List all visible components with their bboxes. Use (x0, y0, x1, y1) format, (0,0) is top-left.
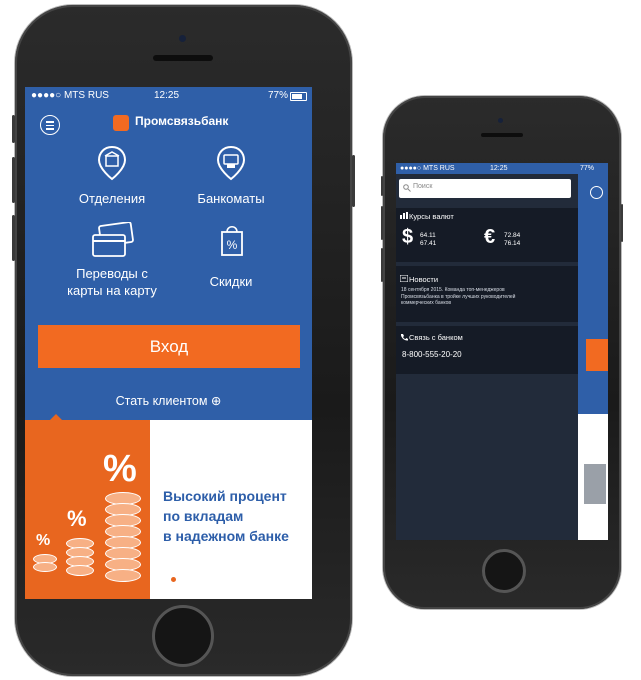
left-screen: ●●●●○ MTS RUS 12:25 77% Промсвязьбанк От… (25, 87, 312, 599)
banner-coins-art: % % % (25, 420, 150, 599)
search-icon (403, 184, 411, 192)
map-pin-bank-icon (97, 145, 127, 181)
phone-icon (400, 334, 408, 341)
front-camera (498, 118, 503, 123)
earpiece-speaker (481, 133, 523, 137)
phone-number[interactable]: 8-800-555-20-20 (402, 350, 462, 359)
banner-line-2: по вкладам (163, 508, 244, 524)
volume-up-button (12, 157, 15, 203)
battery-percent: 77% (579, 165, 594, 172)
banner-line-3: в надежном банке (163, 528, 289, 544)
rates-panel[interactable]: Курсы валют $ 64.11 67.41 € 72.84 76.14 (396, 208, 578, 262)
card-transfer-label-2: карты на карту (67, 283, 157, 298)
search-input[interactable]: Поиск (399, 179, 571, 198)
news-text: 18 сентября 2015. Команда топ-менеджеров… (401, 287, 515, 307)
eur-buy: 72.84 (504, 232, 521, 239)
percent-large: % (103, 448, 137, 490)
become-client-link[interactable]: Стать клиентом ⊕ (25, 393, 312, 408)
discounts-label: Скидки (209, 274, 253, 289)
front-camera (179, 35, 186, 42)
carrier-label: ●●●●○ MTS RUS (31, 90, 109, 101)
news-line-3: коммерческих банков (401, 300, 452, 306)
dollar-icon: $ (402, 226, 414, 248)
shopping-bag-percent-icon: % (221, 225, 243, 256)
bank-name: Промсвязьбанк (135, 114, 229, 128)
power-button (352, 155, 355, 207)
battery-percent: 77% (267, 90, 288, 101)
eur-sell: 76.14 (504, 240, 521, 247)
status-bar: ●●●●○ MTS RUS 12:25 77% (396, 163, 608, 174)
usd-buy: 64.11 (420, 232, 436, 239)
login-button-edge (586, 339, 608, 371)
clock: 12:25 (154, 90, 180, 101)
clock: 12:25 (490, 165, 508, 172)
bank-logo-icon (113, 115, 129, 131)
branches-label: Отделения (78, 191, 146, 206)
promo-banner[interactable]: % % % Высокий процент по вкладам в надеж… (25, 414, 312, 599)
mute-switch (381, 176, 383, 196)
rates-title: Курсы валют (409, 212, 454, 221)
login-button[interactable]: Вход (38, 325, 300, 368)
banner-headline: Высокий процент по вкладам в надежном ба… (163, 486, 289, 546)
euro-icon: € (484, 226, 496, 248)
card-image (584, 464, 606, 504)
status-bar: ●●●●○ MTS RUS 12:25 77% (25, 87, 312, 104)
atms-label: Банкоматы (197, 191, 265, 206)
menu-button[interactable] (590, 186, 603, 199)
volume-down-button (12, 215, 15, 261)
earpiece-speaker (153, 55, 213, 61)
percent-small: % (36, 532, 51, 549)
percent-medium: % (67, 506, 87, 531)
banner-edge (578, 414, 608, 540)
right-screen: ●●●●○ MTS RUS 12:25 77% Поиск Курсы валю… (396, 163, 608, 540)
card-transfer-label-1: Переводы с (76, 266, 148, 281)
carousel-dot[interactable] (171, 577, 176, 582)
volume-up-button (381, 206, 383, 240)
news-line-1: 18 сентября 2015. Команда топ-менеджеров (401, 287, 505, 293)
home-button[interactable] (482, 549, 526, 593)
power-button (621, 204, 623, 242)
main-screen-edge (578, 174, 608, 540)
news-icon (400, 275, 408, 282)
map-pin-atm-icon (216, 145, 246, 181)
cards-transfer-icon (92, 222, 134, 257)
menu-button[interactable] (40, 115, 60, 135)
contact-title: Связь с банком (409, 333, 463, 342)
volume-down-button (381, 248, 383, 282)
carrier-label: ●●●●○ MTS RUS (400, 165, 455, 172)
mute-switch (12, 115, 15, 143)
banner-line-1: Высокий процент (163, 488, 287, 504)
home-button[interactable] (152, 605, 214, 667)
news-title: Новости (409, 275, 439, 284)
svg-text:%: % (227, 238, 238, 252)
usd-sell: 67.41 (420, 240, 437, 247)
news-panel[interactable]: Новости 18 сентября 2015. Команда топ-ме… (396, 266, 578, 322)
contact-panel[interactable]: Связь с банком 8-800-555-20-20 (396, 326, 578, 374)
chart-icon (400, 212, 408, 219)
battery-icon (290, 92, 307, 101)
search-placeholder: Поиск (413, 183, 433, 190)
